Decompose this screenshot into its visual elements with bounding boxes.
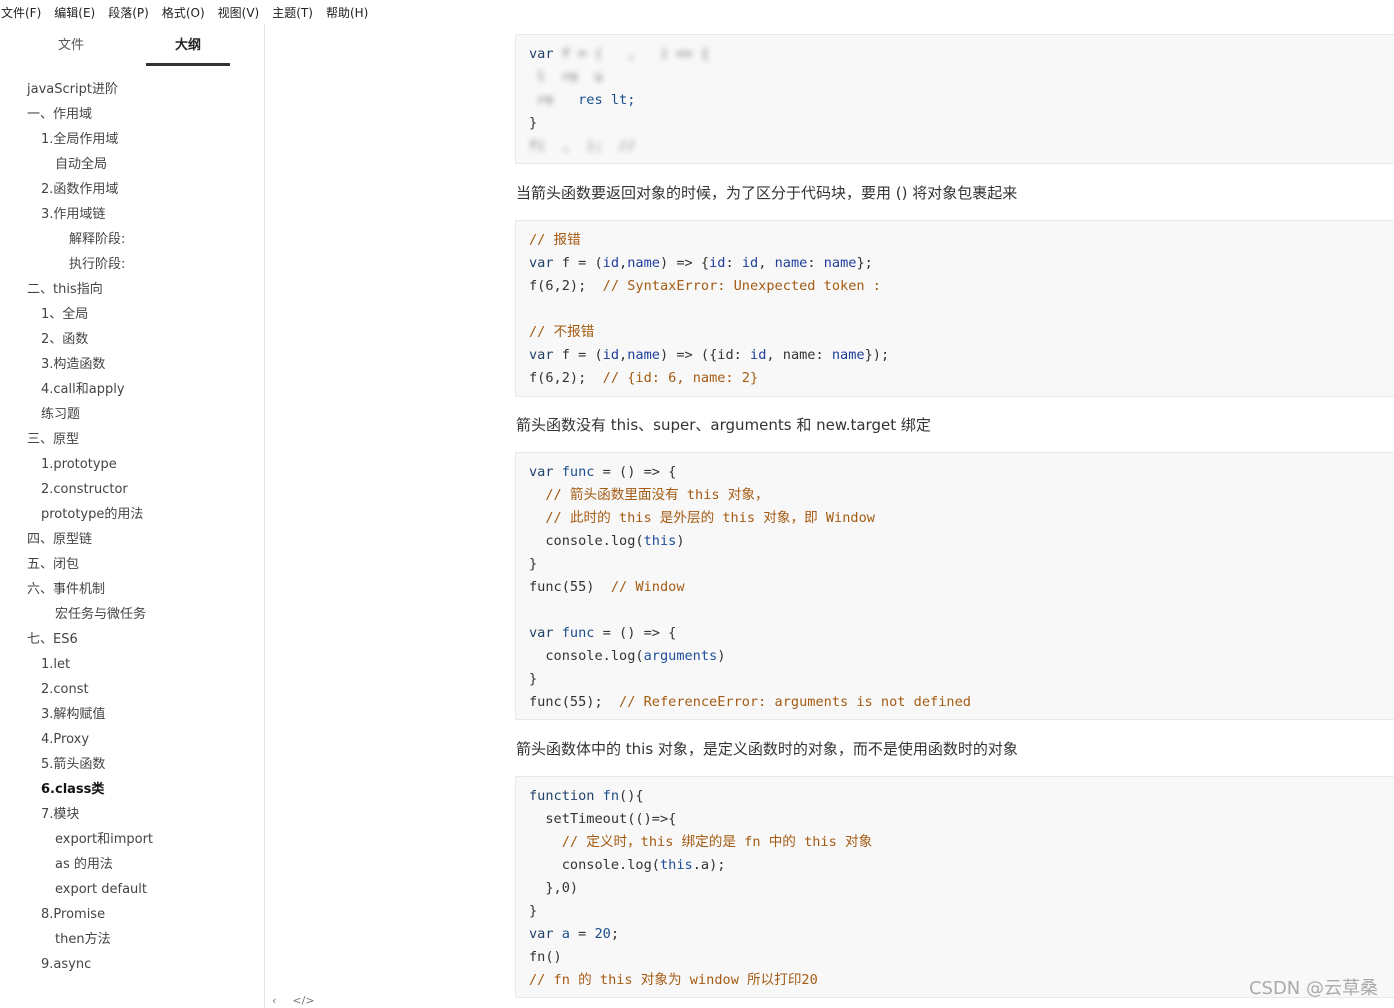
code-comment: // 此时的 this 是外层的 this 对象，即 Window [529, 510, 875, 526]
sidebar: 文件 大纲 javaScript进阶 一、作用域 1.全局作用域 自动全局 2.函数作用… [0, 24, 265, 1008]
code-line: function fn(){ [529, 788, 644, 804]
tab-outline[interactable]: 大纲 [146, 34, 230, 53]
code-token: f = ( , ) => { [561, 46, 710, 62]
code-token: re [529, 92, 579, 108]
code-line: var f = (id,name) => {id: id, name: name… [529, 255, 873, 271]
code-line: func(55) // Window [529, 579, 685, 595]
outline-item[interactable]: export default [55, 880, 147, 900]
menu-view[interactable]: 视图(V) [217, 4, 266, 21]
code-block-2[interactable]: var func = () => { // 箭头函数里面没有 this 对象， … [515, 452, 1394, 720]
outline-item[interactable]: 自动全局 [55, 155, 107, 175]
outline-item[interactable]: 1.let [41, 655, 70, 675]
outline-item[interactable]: 9.async [41, 955, 91, 975]
outline-item[interactable]: 2.constructor [41, 480, 128, 500]
outline-item[interactable]: 六、事件机制 [27, 580, 105, 600]
code-line: } [529, 903, 538, 919]
outline-item[interactable]: export和import [55, 830, 153, 850]
code-line: fn() [529, 949, 562, 965]
menu-file[interactable]: 文件(F) [0, 4, 47, 21]
outline-item[interactable]: 2.const [41, 680, 89, 700]
paragraph-2: 箭头函数没有 this、super、arguments 和 new.target… [516, 416, 931, 434]
code-token: res lt; [578, 92, 636, 108]
outline-item[interactable]: 1.全局作用域 [41, 130, 118, 150]
outline-item[interactable]: 2.函数作用域 [41, 180, 118, 200]
outline-item[interactable]: 解释阶段: [69, 230, 125, 250]
outline-item[interactable]: 四、原型链 [27, 530, 92, 550]
outline-item[interactable]: 6.class类 [41, 780, 104, 800]
code-line: var func = () => { [529, 625, 677, 641]
menu-edit[interactable]: 编辑(E) [53, 4, 101, 21]
outline-item[interactable]: 1.prototype [41, 455, 117, 475]
menu-paragraph[interactable]: 段落(P) [107, 4, 155, 21]
code-comment: // 不报错 [529, 324, 595, 340]
outline-item[interactable]: 2、函数 [41, 330, 88, 350]
code-line: } [529, 671, 538, 687]
code-token: var [529, 46, 554, 62]
code-comment: // 定义时，this 绑定的是 fn 中的 this 对象 [529, 834, 873, 850]
code-line: console.log(this) [529, 533, 685, 549]
outline-item[interactable]: 二、this指向 [27, 280, 103, 300]
code-line: var func = () => { [529, 464, 677, 480]
code-line: var f = (id,name) => ({id: id, name: nam… [529, 347, 890, 363]
code-line: f(6,2); // SyntaxError: Unexpected token… [529, 278, 881, 294]
outline-item[interactable]: 五、闭包 [27, 555, 79, 575]
outline-item[interactable]: 7.模块 [41, 805, 79, 825]
tab-active-indicator [146, 63, 230, 66]
outline-item[interactable]: 1、全局 [41, 305, 88, 325]
outline-item[interactable]: 3.作用域链 [41, 205, 105, 225]
outline-item[interactable]: as 的用法 [55, 855, 113, 875]
outline-item[interactable]: 三、原型 [27, 430, 79, 450]
code-block-3[interactable]: function fn(){ setTimeout(()=>{ // 定义时，t… [515, 776, 1394, 998]
tab-files[interactable]: 文件 [29, 34, 113, 53]
editor-content: var f = ( , ) => { l re u re res lt; } f… [265, 0, 1394, 1008]
outline-item[interactable]: 一、作用域 [27, 105, 92, 125]
outline-item[interactable]: 七、ES6 [27, 630, 78, 650]
code-line: } [529, 556, 538, 572]
code-line: },0) [529, 880, 579, 896]
outline-item[interactable]: 4.call和apply [41, 380, 125, 400]
code-comment: // 报错 [529, 232, 581, 248]
code-line: f(6,2); // {id: 6, name: 2} [529, 370, 759, 386]
code-block-0[interactable]: var f = ( , ) => { l re u re res lt; } f… [515, 34, 1394, 164]
outline-item[interactable]: 8.Promise [41, 905, 105, 925]
outline-item[interactable]: 3.解构赋值 [41, 705, 105, 725]
outline-item[interactable]: prototype的用法 [41, 505, 143, 525]
sidebar-tabs: 文件 大纲 [0, 24, 264, 70]
code-line: func(55); // ReferenceError: arguments i… [529, 694, 971, 710]
outline-item[interactable]: 4.Proxy [41, 730, 89, 750]
code-line: setTimeout(()=>{ [529, 811, 677, 827]
code-line: } [529, 115, 538, 131]
paragraph-3: 箭头函数体中的 this 对象，是定义函数时的对象，而不是使用函数时的对象 [516, 740, 1018, 758]
outline-item[interactable]: 5.箭头函数 [41, 755, 105, 775]
paragraph-1: 当箭头函数要返回对象的时候，为了区分于代码块，要用 () 将对象包裹起来 [516, 184, 1018, 202]
code-line: console.log(this.a); [529, 857, 726, 873]
outline-item[interactable]: javaScript进阶 [27, 80, 118, 100]
watermark: CSDN @云草桑 [1248, 978, 1378, 999]
code-comment: // 箭头函数里面没有 this 对象， [529, 487, 769, 503]
menu-format[interactable]: 格式(O) [161, 4, 211, 21]
code-line: var a = 20; [529, 926, 620, 942]
outline-item[interactable]: 执行阶段: [69, 255, 125, 275]
outline-item[interactable]: 宏任务与微任务 [55, 605, 146, 625]
code-line: f( , ); // [529, 138, 652, 154]
code-line: console.log(arguments) [529, 648, 726, 664]
code-line: l re u [529, 69, 611, 85]
outline-item[interactable]: 3.构造函数 [41, 355, 105, 375]
outline-item[interactable]: 练习题 [41, 405, 80, 425]
code-block-1[interactable]: // 报错 var f = (id,name) => {id: id, name… [515, 220, 1394, 397]
outline-item[interactable]: then方法 [55, 930, 111, 950]
